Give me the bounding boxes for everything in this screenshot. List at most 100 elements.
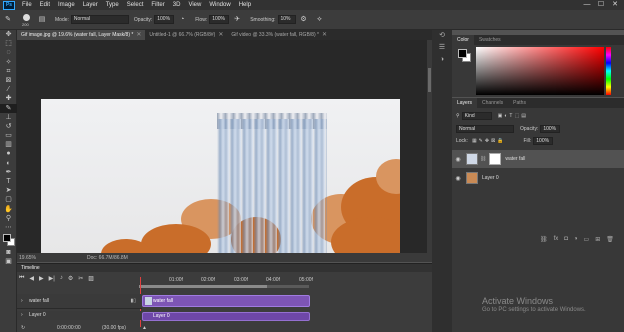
healing-brush-tool-icon[interactable]: ✚	[0, 94, 17, 103]
layer-row[interactable]: ◉ ⛓ water fall	[452, 150, 624, 168]
first-frame-icon[interactable]: ⏮	[19, 275, 24, 282]
brush-tool-icon[interactable]: ✎	[3, 15, 13, 25]
timeline-track[interactable]: › Layer 0	[17, 311, 142, 320]
menu-window[interactable]: Window	[205, 2, 234, 8]
quick-mask-icon[interactable]: ◙	[0, 248, 17, 257]
lock-icons[interactable]: ▦✎✥⊠🔒	[472, 138, 506, 144]
menu-view[interactable]: View	[184, 2, 205, 8]
fx-icon[interactable]: fx	[554, 236, 559, 243]
menu-image[interactable]: Image	[54, 2, 79, 8]
document-image[interactable]	[41, 99, 400, 253]
tab-swatches[interactable]: Swatches	[474, 35, 506, 45]
filter-kind-select[interactable]: Kind	[461, 112, 492, 120]
mode-select[interactable]: Normal	[70, 15, 129, 24]
expand-arrow-icon[interactable]: ›	[21, 294, 23, 309]
menu-filter[interactable]: Filter	[147, 2, 168, 8]
tab-gif-video[interactable]: Gif video @ 33.3% (water fall, RGB/8) * …	[227, 30, 331, 40]
flow-field[interactable]: 100%	[209, 15, 230, 24]
dodge-tool-icon[interactable]: ◐	[0, 159, 17, 168]
clone-stamp-tool-icon[interactable]: ⊥	[0, 113, 17, 122]
next-frame-icon[interactable]: ▶|	[49, 275, 55, 282]
trash-icon[interactable]: 🗑	[606, 236, 614, 243]
doc-size[interactable]: Doc: 66.7M/86.8M	[87, 255, 128, 261]
expand-arrow-icon[interactable]: ›	[21, 311, 23, 320]
render-video-icon[interactable]: ↻	[21, 325, 25, 331]
rectangle-tool-icon[interactable]: ▢	[0, 195, 17, 204]
close-icon[interactable]: ✕	[136, 30, 141, 40]
zoom-tool-icon[interactable]: ⚲	[0, 214, 17, 223]
menu-edit[interactable]: Edit	[36, 2, 54, 8]
hand-tool-icon[interactable]: ✋	[0, 205, 17, 214]
tab-color[interactable]: Color	[452, 35, 474, 45]
timeline-clip[interactable]: Layer 0	[142, 312, 310, 321]
eyedropper-tool-icon[interactable]: ⁄	[0, 85, 17, 94]
play-icon[interactable]: ▶	[39, 275, 44, 282]
history-brush-tool-icon[interactable]: ↺	[0, 122, 17, 131]
menu-help[interactable]: Help	[235, 2, 255, 8]
eraser-tool-icon[interactable]: ▭	[0, 131, 17, 140]
tab-gif-image[interactable]: Gif image.jpg @ 19.6% (water fall, Layer…	[17, 30, 146, 40]
menu-type[interactable]: Type	[102, 2, 123, 8]
blur-tool-icon[interactable]: ●	[0, 149, 17, 158]
screen-mode-icon[interactable]: ▣	[0, 257, 17, 266]
opacity-field[interactable]: 100%	[154, 15, 175, 24]
crop-tool-icon[interactable]: ⌗	[0, 67, 17, 76]
menu-file[interactable]: File	[18, 2, 36, 8]
layer-mask-thumbnail[interactable]	[489, 153, 502, 165]
quick-select-tool-icon[interactable]: ✧	[0, 58, 17, 67]
link-layers-icon[interactable]: ⛓	[540, 236, 548, 243]
history-icon[interactable]: ⟲	[432, 30, 452, 42]
work-area-range[interactable]	[139, 285, 267, 288]
scrollbar-thumb[interactable]	[428, 68, 431, 92]
pressure-opacity-icon[interactable]: ◔	[177, 15, 187, 25]
zoom-out-icon[interactable]: ▲	[142, 325, 147, 331]
eye-icon[interactable]: ◉	[452, 175, 464, 182]
minimize-button[interactable]: —	[580, 0, 594, 10]
menu-select[interactable]: Select	[123, 2, 148, 8]
tab-layers[interactable]: Layers	[452, 98, 478, 108]
timeline-track[interactable]: › water fall ▮▯	[17, 294, 142, 309]
add-mask-icon[interactable]: ◘	[564, 236, 568, 243]
path-selection-tool-icon[interactable]: ➤	[0, 186, 17, 195]
color-picker-field[interactable]	[476, 47, 604, 95]
smoothing-field[interactable]: 10%	[277, 15, 296, 24]
close-button[interactable]: ✕	[608, 0, 622, 10]
close-icon[interactable]: ✕	[218, 30, 223, 40]
adjustment-layer-icon[interactable]: ◑	[574, 236, 578, 243]
filter-icons[interactable]: ▣◐T⬚▤	[498, 113, 528, 119]
menu-layer[interactable]: Layer	[79, 2, 102, 8]
track-film-icon[interactable]: ▮▯	[130, 294, 136, 309]
blend-mode-select[interactable]: Normal	[456, 125, 514, 133]
maximize-button[interactable]: ☐	[594, 0, 608, 10]
menu-3d[interactable]: 3D	[169, 2, 185, 8]
properties-icon[interactable]: ☰	[432, 42, 452, 54]
lasso-tool-icon[interactable]: ◌	[0, 48, 17, 57]
symmetry-icon[interactable]: ⟡	[315, 15, 325, 25]
fill-field[interactable]: 100%	[533, 137, 554, 145]
new-layer-icon[interactable]: ⊞	[595, 236, 600, 243]
settings-icon[interactable]: ⚙	[68, 275, 73, 282]
timeline-clip[interactable]: water fall	[142, 295, 310, 307]
gradient-tool-icon[interactable]: ▥	[0, 140, 17, 149]
airbrush-icon[interactable]: ✈	[232, 15, 242, 25]
prev-frame-icon[interactable]: ◀	[29, 275, 34, 282]
pen-tool-icon[interactable]: ✒	[0, 168, 17, 177]
move-tool-icon[interactable]: ✥	[0, 30, 17, 39]
color-swatches[interactable]	[0, 232, 17, 248]
brush-settings-icon[interactable]: ▤	[37, 15, 47, 25]
timeline-ruler[interactable]: 01:00f 02:00f 03:00f 04:00f 05:00f	[139, 275, 317, 289]
chain-icon[interactable]: ⛓	[480, 156, 486, 162]
foreground-color[interactable]	[3, 234, 11, 243]
audio-icon[interactable]: ♪	[60, 275, 63, 282]
adjustments-icon[interactable]: ◑	[432, 54, 452, 66]
transition-icon[interactable]: ▨	[88, 275, 94, 282]
foreground-color[interactable]	[458, 49, 467, 58]
canvas-area[interactable]	[17, 40, 427, 253]
tab-untitled-1[interactable]: Untitled-1 @ 66.7% (RGB/8#) ✕	[145, 30, 228, 40]
tab-paths[interactable]: Paths	[508, 98, 531, 108]
group-icon[interactable]: ▭	[584, 236, 590, 243]
marquee-tool-icon[interactable]: ⬚	[0, 39, 17, 48]
brush-tool-button-icon[interactable]: ✎	[0, 103, 17, 113]
eye-icon[interactable]: ◉	[452, 156, 464, 163]
gear-icon[interactable]: ⚙	[299, 15, 309, 25]
